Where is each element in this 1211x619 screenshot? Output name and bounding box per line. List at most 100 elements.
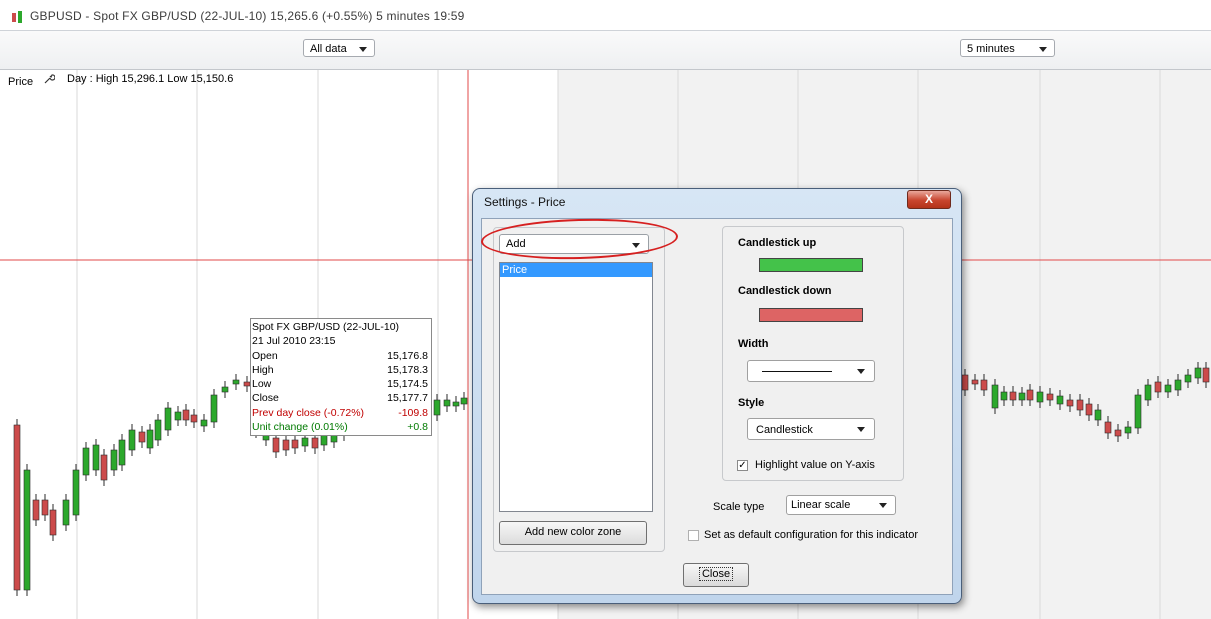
candle-up [128, 429, 136, 451]
checkmark-icon: ✓ [738, 460, 747, 471]
candle-up [452, 401, 460, 407]
candle-up [1000, 391, 1008, 401]
price-header: Price [8, 73, 61, 88]
title-fade [140, 0, 1040, 10]
window-title: GBPUSD - Spot FX GBP/USD (22-JUL-10) 15,… [30, 9, 465, 23]
candle-down [1009, 391, 1017, 401]
range-select[interactable]: All data [303, 39, 375, 57]
app-icon-part [18, 11, 22, 23]
candle-down [1076, 399, 1084, 411]
chevron-down-icon [879, 503, 887, 508]
candle-up [210, 394, 218, 423]
highlight-label: Highlight value on Y-axis [755, 459, 875, 471]
candle-down [282, 439, 290, 451]
candle-up [1144, 384, 1152, 401]
candle-up [23, 469, 31, 591]
candle-up [1018, 392, 1026, 401]
candle-down [138, 431, 146, 443]
tooltip-row-prev-close: Prev day close (-0.72%) -109.8 [252, 406, 428, 419]
candle-down [980, 379, 988, 391]
candle-up [1094, 409, 1102, 421]
candle-down [1066, 399, 1074, 407]
default-config-label: Set as default configuration for this in… [704, 529, 919, 541]
list-item[interactable]: Price [500, 263, 652, 277]
candle-up [146, 429, 154, 449]
range-select-value: All data [310, 43, 347, 55]
candle-down-label: Candlestick down [738, 285, 832, 297]
candle-down [100, 454, 108, 481]
candle-up [154, 419, 162, 441]
candle-down [961, 374, 969, 391]
candle-down [49, 509, 57, 536]
dialog-body: Add Price Add new color zone Candlestick… [481, 218, 953, 595]
candle-up [82, 447, 90, 476]
candle-down [1085, 403, 1093, 416]
candle-down [41, 499, 49, 516]
width-select[interactable] [747, 360, 875, 382]
candle-up-color-swatch[interactable] [759, 258, 863, 272]
candle-up [1036, 391, 1044, 403]
chevron-down-icon [359, 47, 367, 52]
style-select[interactable]: Candlestick [747, 418, 875, 440]
scale-type-select[interactable]: Linear scale [786, 495, 896, 515]
close-button[interactable]: Close [683, 563, 749, 587]
candle-down [13, 424, 21, 591]
candle-up [443, 399, 451, 407]
candle-down [32, 499, 40, 521]
close-icon[interactable]: X [907, 190, 951, 209]
highlight-checkbox[interactable]: ✓ [737, 460, 748, 471]
style-select-value: Candlestick [756, 424, 813, 436]
candle-down [311, 437, 319, 449]
candle-down [291, 439, 299, 449]
candle-up [1194, 367, 1202, 379]
tooltip-row-unit-change: Unit change (0.01%) +0.8 [252, 421, 428, 434]
close-button-label: Close [698, 567, 734, 581]
candle-down [1046, 393, 1054, 401]
width-label: Width [738, 338, 769, 350]
candle-down [1202, 367, 1210, 383]
candle-up [232, 379, 240, 385]
wrench-icon[interactable] [43, 73, 56, 88]
candle-up [164, 407, 172, 431]
default-config-checkbox[interactable] [688, 530, 699, 541]
chevron-down-icon [857, 427, 865, 432]
style-group: Candlestick up Candlestick down Width St… [722, 226, 904, 481]
candle-down [1104, 421, 1112, 434]
price-tooltip: Spot FX GBP/USD (22-JUL-10) 21 Jul 2010 … [250, 318, 432, 437]
candle-down [1026, 389, 1034, 401]
chevron-down-icon [857, 369, 865, 374]
candle-down [1114, 429, 1122, 437]
candle-up [1056, 395, 1064, 405]
price-label: Price [8, 76, 34, 88]
candle-up [320, 434, 328, 446]
candle-up [991, 384, 999, 409]
candle-down-color-swatch[interactable] [759, 308, 863, 322]
tooltip-datetime: 21 Jul 2010 23:15 [252, 335, 336, 348]
interval-select[interactable]: 5 minutes [960, 39, 1055, 57]
candle-up [1184, 374, 1192, 383]
indicator-list[interactable]: Price [499, 262, 653, 512]
candle-up [174, 411, 182, 421]
candle-up [110, 449, 118, 471]
candle-up [460, 397, 468, 405]
candle-up [200, 419, 208, 427]
candle-up [72, 469, 80, 516]
add-color-zone-button[interactable]: Add new color zone [499, 521, 647, 545]
candle-up [1134, 394, 1142, 429]
indicator-group: Add Price Add new color zone [493, 227, 665, 552]
candle-up [118, 439, 126, 466]
candle-down [971, 379, 979, 385]
candle-up [301, 437, 309, 447]
candle-down [190, 414, 198, 423]
tooltip-title: Spot FX GBP/USD (22-JUL-10) [252, 321, 400, 333]
line-width-icon [762, 371, 832, 372]
window-title-bar: GBPUSD - Spot FX GBP/USD (22-JUL-10) 15,… [0, 0, 1211, 30]
tooltip-row-high: High 15,178.3 [252, 363, 428, 376]
candle-up [433, 399, 441, 416]
toolbar: All data 5 minutes [0, 30, 1211, 70]
candle-up [1164, 384, 1172, 393]
candle-up [221, 386, 229, 393]
candle-down [1154, 381, 1162, 393]
dialog-title: Settings - Price [484, 195, 566, 209]
tooltip-row-low: Low 15,174.5 [252, 378, 428, 391]
